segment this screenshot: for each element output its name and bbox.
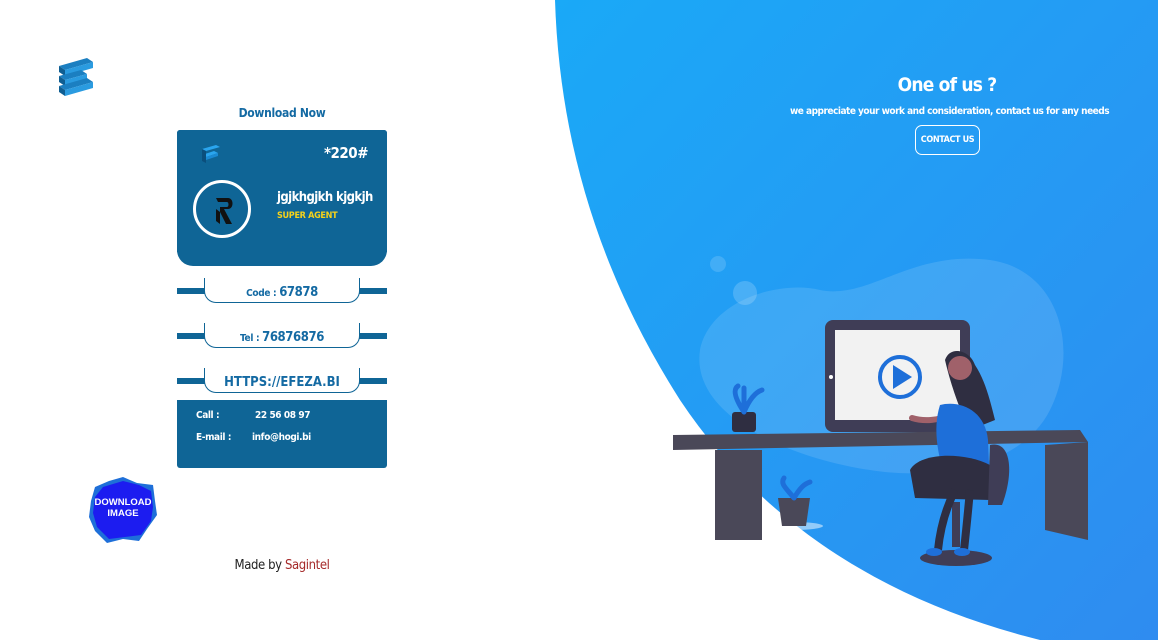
made-by-brand-link[interactable]: Sagintel bbox=[285, 558, 330, 573]
woman-at-desk-video-illustration bbox=[673, 256, 1088, 566]
code-row: Code : 67878 bbox=[177, 278, 387, 306]
email-label: E-mail : bbox=[196, 432, 232, 443]
made-by-prefix: Made by bbox=[234, 558, 285, 573]
email-value: info@hogi.bi bbox=[252, 432, 311, 443]
website-url: HTTPS://EFEZA.BI bbox=[224, 375, 340, 390]
efeza-logo-icon[interactable] bbox=[57, 56, 95, 98]
call-label: Call : bbox=[196, 410, 220, 421]
contact-us-button[interactable]: CONTACT US bbox=[915, 125, 980, 155]
avatar bbox=[193, 180, 251, 238]
tel-value: 76876876 bbox=[262, 330, 324, 345]
efeza-mini-logo-icon bbox=[200, 143, 222, 165]
agent-name: jgjkhgjkh kjgkjh bbox=[277, 190, 373, 205]
download-image-label: DOWNLOAD IMAGE bbox=[94, 497, 152, 519]
tel-row: Tel : 76876876 bbox=[177, 323, 387, 351]
agent-card: *220# jgjkhgjkh kjgkjh SUPER AGENT Code … bbox=[177, 130, 387, 468]
agent-role: SUPER AGENT bbox=[277, 211, 338, 221]
r-brand-icon bbox=[216, 198, 233, 224]
made-by: Made by Sagintel bbox=[177, 558, 387, 573]
code-label: Code : bbox=[246, 288, 280, 299]
url-row: HTTPS://EFEZA.BI bbox=[177, 368, 387, 396]
download-now-heading: Download Now bbox=[238, 106, 326, 120]
tel-label: Tel : bbox=[240, 333, 263, 344]
call-value: 22 56 08 97 bbox=[255, 410, 311, 421]
download-image-button[interactable]: DOWNLOAD IMAGE bbox=[87, 475, 159, 545]
hero-subtitle: we appreciate your work and consideratio… bbox=[790, 106, 1110, 117]
ussd-code: *220# bbox=[323, 144, 369, 162]
hero-title: One of us ? bbox=[897, 74, 998, 96]
code-value: 67878 bbox=[279, 285, 318, 300]
